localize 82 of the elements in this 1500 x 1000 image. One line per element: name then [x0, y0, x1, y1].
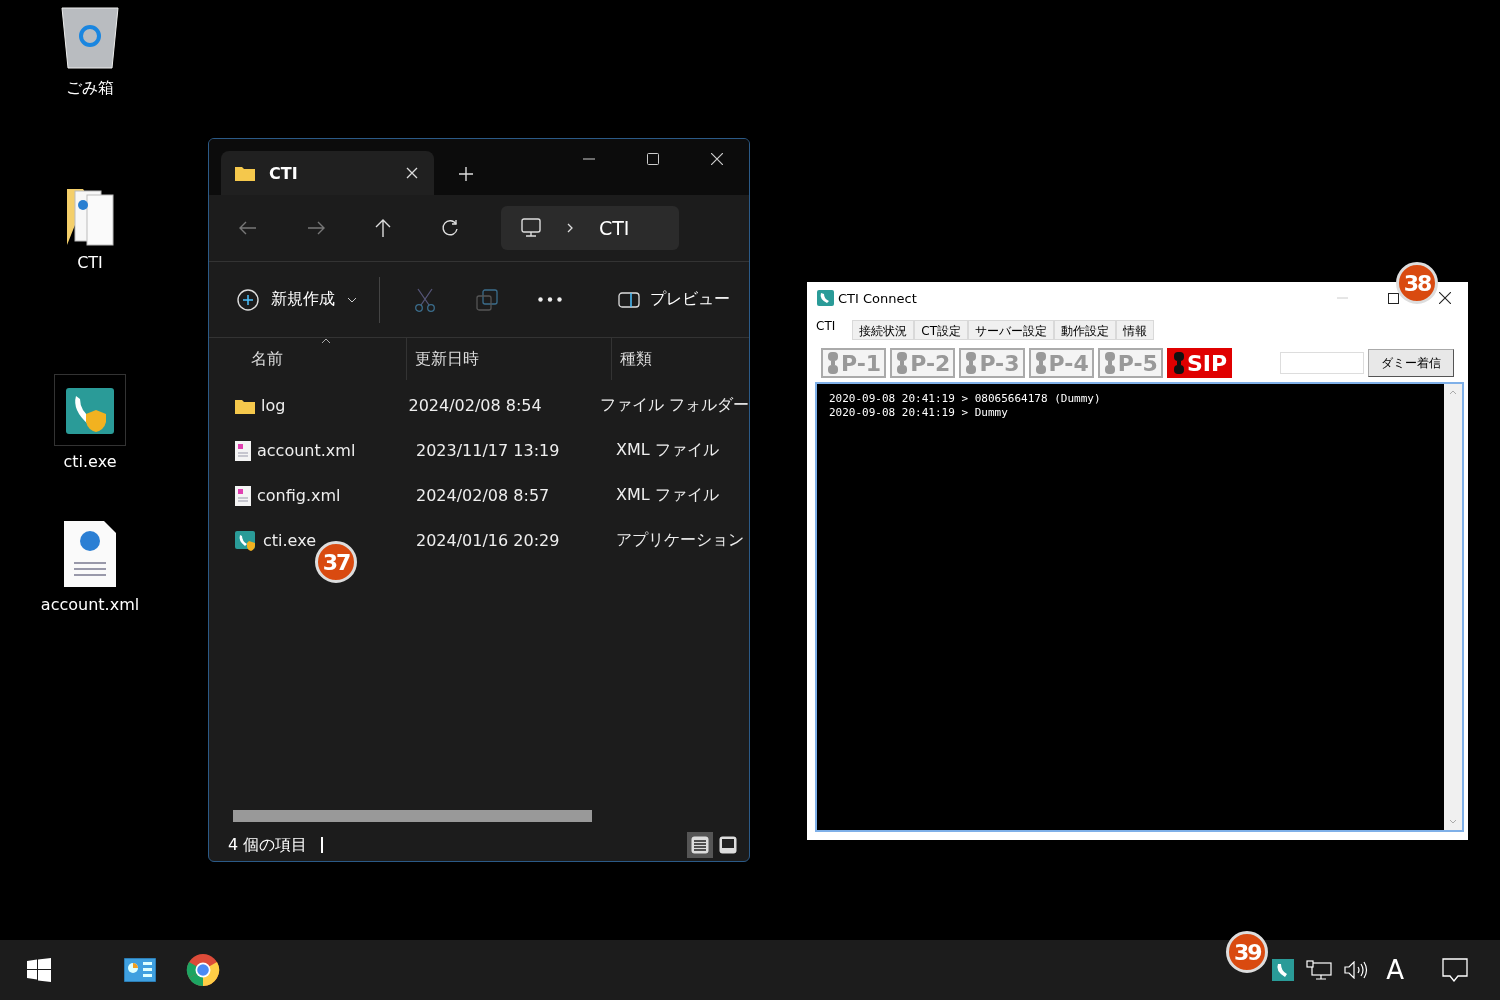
window-title: CTI Connect	[838, 290, 917, 306]
back-arrow-icon[interactable]	[239, 221, 257, 235]
browser-icon[interactable]	[186, 953, 220, 987]
tab[interactable]: サーバー設定	[967, 320, 1054, 340]
new-button[interactable]: 新規作成	[231, 282, 363, 317]
close-icon[interactable]	[1439, 292, 1451, 304]
phone-app-icon[interactable]	[54, 374, 126, 446]
file-name[interactable]: log	[261, 396, 286, 415]
network-icon[interactable]	[1306, 960, 1333, 980]
recycle-bin-icon[interactable]	[60, 4, 120, 72]
xml-file-icon[interactable]	[62, 519, 118, 589]
file-type-cell-text: XML ファイル	[615, 440, 720, 461]
modified-date-cell-text: 2024/02/08 8:54	[407, 396, 543, 415]
plug-icon	[826, 350, 840, 376]
computer-icon	[521, 218, 541, 238]
log-line: 2020-09-08 20:41:19 > Dummy	[829, 406, 1009, 420]
xml-file-icon	[235, 440, 251, 461]
chevron-down-icon	[347, 296, 357, 303]
new-tab-icon[interactable]	[459, 167, 473, 181]
up-arrow-icon[interactable]	[375, 219, 391, 237]
forward-arrow-icon[interactable]	[307, 221, 325, 235]
preview-pane-icon	[618, 291, 640, 308]
preview-button[interactable]: プレビュー	[612, 283, 736, 316]
phone-app-icon[interactable]	[1272, 959, 1295, 981]
phone-app-icon	[817, 290, 834, 306]
maximize-icon[interactable]	[1388, 292, 1399, 304]
plus-circle-icon	[237, 288, 259, 311]
address-bar[interactable]: CTI	[501, 206, 679, 250]
plug-icon	[1033, 350, 1048, 376]
tab[interactable]: CT設定	[914, 320, 968, 340]
plug-icon	[1171, 350, 1186, 376]
tab-title: CTI	[269, 163, 299, 183]
log-line: 2020-09-08 20:41:19 > 08065664178 (Dummy)	[829, 392, 1102, 406]
tab[interactable]: 接続状況	[852, 320, 915, 340]
refresh-icon[interactable]	[441, 219, 459, 237]
copy-icon[interactable]	[476, 288, 498, 311]
details-view-button[interactable]	[687, 832, 713, 858]
input-method-indicator[interactable]: A	[1386, 955, 1404, 985]
dummy-call-button[interactable]: ダミー着信	[1368, 349, 1454, 377]
modified-date-cell-text: 2024/01/16 20:29	[415, 531, 561, 550]
step-number-badge: 39	[1226, 931, 1269, 973]
windows-logo-icon[interactable]	[27, 958, 51, 982]
desktop-icon-label[interactable]: ごみ箱	[66, 78, 114, 99]
phone-number-field[interactable]	[1280, 352, 1364, 374]
column-header[interactable]: 種類	[612, 338, 749, 380]
folder-icon	[235, 165, 255, 181]
item-count: 4 個の項目	[228, 834, 308, 856]
column-header[interactable]: 名前	[209, 338, 407, 380]
more-icon[interactable]	[538, 297, 562, 302]
file-type-cell-text: XML ファイル	[615, 485, 720, 506]
breadcrumb-item[interactable]: CTI	[599, 217, 630, 239]
step-number-badge: 37	[315, 541, 357, 583]
step-number-badge: 38	[1396, 262, 1438, 304]
sort-caret-icon	[321, 338, 331, 344]
notification-icon[interactable]	[1442, 958, 1468, 982]
desktop-icon-label[interactable]: account.xml	[40, 595, 140, 614]
speaker-icon[interactable]	[1344, 961, 1369, 979]
window-tab[interactable]: CTI	[221, 151, 434, 195]
phone-app-icon	[235, 530, 257, 551]
tab[interactable]: 動作設定	[1053, 320, 1116, 340]
control-panel-icon[interactable]	[124, 958, 156, 982]
folder-icon	[235, 397, 255, 414]
horizontal-scrollbar-thumb[interactable]	[233, 810, 592, 822]
desktop-icon-label[interactable]: CTI	[77, 253, 103, 272]
scissors-icon[interactable]	[414, 287, 436, 312]
modified-date-cell-text: 2023/11/17 13:19	[415, 441, 561, 460]
column-header[interactable]: 更新日時	[407, 338, 612, 380]
tab[interactable]: 情報	[1115, 320, 1154, 340]
file-type-cell-text: アプリケーション	[615, 530, 745, 551]
text-cursor	[321, 837, 324, 853]
plug-icon	[895, 350, 910, 376]
plug-icon	[1102, 350, 1117, 376]
file-type-cell-text: ファイル フォルダー	[598, 395, 749, 416]
xml-file-icon	[235, 485, 251, 506]
modified-date-cell-text: 2024/02/08 8:57	[415, 486, 551, 505]
plug-icon	[964, 350, 979, 376]
file-name[interactable]: account.xml	[257, 441, 356, 460]
file-name[interactable]: config.xml	[257, 486, 341, 505]
chevron-icon	[567, 223, 573, 233]
line-status-button[interactable]: SIP	[1166, 348, 1233, 378]
file-name[interactable]: cti.exe	[263, 531, 316, 550]
desktop-icon-label[interactable]: cti.exe	[63, 452, 117, 471]
